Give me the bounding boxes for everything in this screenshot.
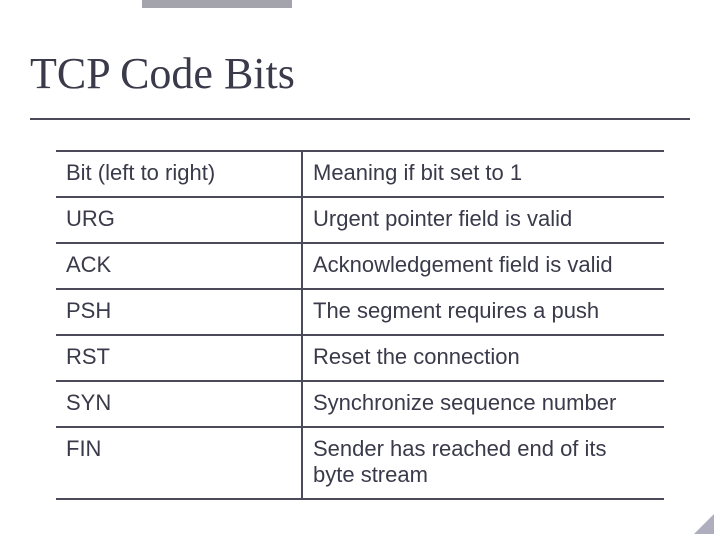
table-row: PSH The segment requires a push [56,289,664,335]
cell-bit: URG [56,197,302,243]
table-header-meaning: Meaning if bit set to 1 [302,151,664,197]
cell-bit: ACK [56,243,302,289]
tcp-bits-table: Bit (left to right) Meaning if bit set t… [56,150,664,500]
cell-meaning: The segment requires a push [302,289,664,335]
title-underline [30,118,690,120]
table-row: RST Reset the connection [56,335,664,381]
table-row: URG Urgent pointer field is valid [56,197,664,243]
cell-bit: RST [56,335,302,381]
cell-meaning: Synchronize sequence number [302,381,664,427]
table-row: SYN Synchronize sequence number [56,381,664,427]
cell-bit: SYN [56,381,302,427]
page-title: TCP Code Bits [30,48,295,99]
cell-bit: FIN [56,427,302,499]
decoration-top [142,0,292,8]
cell-meaning: Sender has reached end of its byte strea… [302,427,664,499]
cell-meaning: Urgent pointer field is valid [302,197,664,243]
table-row: FIN Sender has reached end of its byte s… [56,427,664,499]
cell-bit: PSH [56,289,302,335]
table-header-bit: Bit (left to right) [56,151,302,197]
cell-meaning: Reset the connection [302,335,664,381]
corner-fold-icon [694,514,714,534]
table-row: ACK Acknowledgement field is valid [56,243,664,289]
cell-meaning: Acknowledgement field is valid [302,243,664,289]
table-header-row: Bit (left to right) Meaning if bit set t… [56,151,664,197]
slide: TCP Code Bits Bit (left to right) Meanin… [0,0,720,540]
